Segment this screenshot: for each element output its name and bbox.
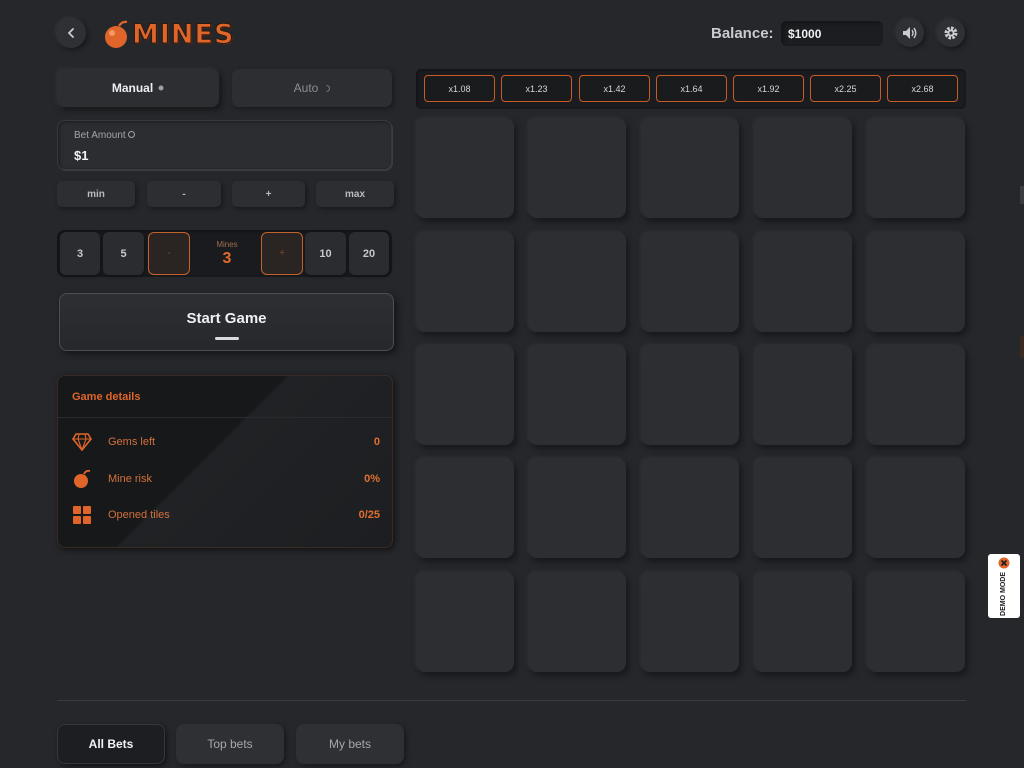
mines-decrease-button[interactable]: - — [148, 232, 190, 275]
divider — [58, 417, 392, 418]
grid-tile[interactable] — [641, 458, 739, 558]
info-icon — [128, 131, 136, 138]
bet-amount-label: Bet Amount — [74, 130, 136, 141]
mines-increase-button[interactable]: + — [261, 232, 303, 275]
grid-tile[interactable] — [416, 572, 514, 672]
tab-auto[interactable]: Auto — [232, 69, 392, 107]
grid-tile[interactable] — [416, 458, 514, 558]
game-details-title: Game details — [72, 391, 141, 403]
grid-tile[interactable] — [754, 118, 852, 218]
grid-tile[interactable] — [528, 458, 626, 558]
grid-tile[interactable] — [641, 118, 739, 218]
tiles-icon — [73, 506, 91, 524]
loader-icon — [326, 84, 331, 92]
bet-amount-label-text: Bet Amount — [74, 130, 126, 141]
multiplier-chip: x1.64 — [656, 75, 727, 102]
tab-my-bets[interactable]: My bets — [296, 724, 404, 764]
balance-value: $1000 — [781, 21, 883, 46]
start-game-button[interactable]: Start Game — [59, 293, 394, 351]
mines-label: Mines — [216, 240, 238, 249]
mines-value: 3 — [222, 250, 232, 267]
mines-preset-5[interactable]: 5 — [103, 232, 144, 275]
opened-tiles-value: 0/25 — [358, 509, 380, 521]
logo-text: MINES — [131, 18, 235, 50]
grid-tile[interactable] — [867, 572, 965, 672]
sound-button[interactable] — [896, 19, 924, 47]
mines-count: Mines 3 — [194, 230, 260, 277]
bet-decrease-button[interactable]: - — [147, 181, 221, 207]
game-details-panel: Game details Gems left 0 Mine risk 0% Op… — [57, 375, 393, 548]
mine-risk-value: 0% — [364, 473, 380, 485]
mines-preset-3[interactable]: 3 — [60, 232, 100, 275]
opened-tiles-label: Opened tiles — [108, 509, 170, 521]
bomb-icon — [74, 469, 91, 488]
grid-tile[interactable] — [754, 458, 852, 558]
gem-icon — [72, 433, 92, 451]
tab-top-bets[interactable]: Top bets — [176, 724, 284, 764]
mines-preset-20[interactable]: 20 — [349, 232, 389, 275]
scrollbar-marker — [1020, 336, 1024, 358]
grid-tile[interactable] — [754, 572, 852, 672]
grid-tile[interactable] — [416, 232, 514, 332]
grid-tile[interactable] — [528, 232, 626, 332]
demo-mode-badge: DEMO MODE — [988, 554, 1020, 618]
settings-button[interactable] — [937, 19, 965, 47]
tab-manual-label: Manual — [111, 81, 154, 95]
multiplier-chip: x1.08 — [424, 75, 495, 102]
gear-icon — [944, 26, 958, 40]
grid-tile[interactable] — [867, 458, 965, 558]
logo: MINES — [102, 16, 234, 52]
bet-min-button[interactable]: min — [57, 181, 135, 207]
multiplier-chip: x1.23 — [501, 75, 572, 102]
speaker-icon — [903, 27, 917, 39]
tab-manual[interactable]: Manual — [57, 69, 219, 107]
tab-all-bets[interactable]: All Bets — [57, 724, 165, 764]
bet-amount-field[interactable]: Bet Amount $1 — [57, 120, 392, 170]
start-game-underline — [215, 337, 239, 340]
grid-tile[interactable] — [641, 232, 739, 332]
mines-grid — [416, 118, 966, 672]
grid-tile[interactable] — [528, 572, 626, 672]
bomb-logo-icon — [105, 20, 128, 48]
detail-row-opened-tiles: Opened tiles 0/25 — [72, 505, 380, 525]
multiplier-chip: x1.92 — [733, 75, 804, 102]
mine-risk-label: Mine risk — [108, 473, 153, 485]
mines-selector: 3 5 - Mines 3 + 10 20 — [57, 230, 392, 277]
bet-max-button[interactable]: max — [316, 181, 394, 207]
grid-tile[interactable] — [416, 118, 514, 218]
detail-row-gems: Gems left 0 — [72, 432, 380, 452]
grid-tile[interactable] — [867, 232, 965, 332]
bet-increase-button[interactable]: + — [232, 181, 305, 207]
close-icon — [998, 557, 1010, 569]
multiplier-chip: x2.68 — [887, 75, 958, 102]
grid-tile[interactable] — [641, 572, 739, 672]
multiplier-chip: x1.42 — [579, 75, 650, 102]
back-button[interactable] — [56, 18, 86, 48]
start-game-label: Start Game — [186, 310, 267, 327]
dot-icon — [158, 85, 164, 91]
multiplier-chip: x2.25 — [810, 75, 881, 102]
grid-tile[interactable] — [754, 345, 852, 445]
tab-auto-label: Auto — [293, 81, 319, 95]
grid-tile[interactable] — [416, 345, 514, 445]
detail-row-mine-risk: Mine risk 0% — [72, 469, 380, 489]
demo-mode-text: DEMO MODE — [1000, 571, 1007, 616]
grid-tile[interactable] — [867, 118, 965, 218]
gems-left-value: 0 — [373, 436, 380, 448]
scrollbar-marker — [1020, 186, 1024, 204]
mines-preset-10[interactable]: 10 — [305, 232, 346, 275]
chevron-left-icon — [67, 28, 74, 38]
grid-tile[interactable] — [528, 118, 626, 218]
grid-tile[interactable] — [641, 345, 739, 445]
bet-amount-value: $1 — [74, 148, 89, 163]
multiplier-bar: x1.08 x1.23 x1.42 x1.64 x1.92 x2.25 x2.6… — [416, 69, 966, 109]
balance-label: Balance: — [711, 25, 774, 42]
divider — [57, 700, 966, 701]
grid-tile[interactable] — [528, 345, 626, 445]
grid-tile[interactable] — [754, 232, 852, 332]
grid-tile[interactable] — [867, 345, 965, 445]
gems-left-label: Gems left — [108, 436, 156, 448]
